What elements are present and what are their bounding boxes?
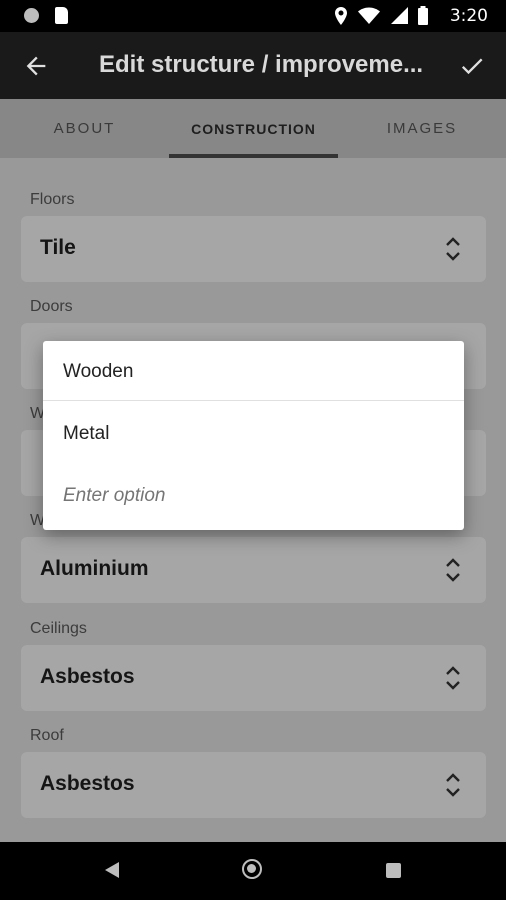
sd-card-icon xyxy=(55,7,68,24)
clock: 3:20 xyxy=(449,6,488,26)
tab-construction[interactable]: CONSTRUCTION xyxy=(169,99,338,158)
battery-icon xyxy=(418,6,428,25)
roof-select[interactable]: Asbestos xyxy=(21,752,486,818)
floors-label: Floors xyxy=(30,191,75,208)
ceilings-label: Ceilings xyxy=(30,620,87,637)
tab-images[interactable]: IMAGES xyxy=(338,99,506,158)
nav-recents-icon[interactable] xyxy=(386,863,401,878)
unfold-icon xyxy=(446,558,460,582)
floors-value: Tile xyxy=(40,236,76,259)
back-arrow-icon[interactable] xyxy=(22,52,50,80)
ceilings-select[interactable]: Asbestos xyxy=(21,645,486,711)
check-icon[interactable] xyxy=(458,52,486,80)
nav-back-icon[interactable] xyxy=(104,861,120,879)
location-icon xyxy=(334,6,347,25)
divider xyxy=(43,400,464,401)
option-metal[interactable]: Metal xyxy=(63,423,109,445)
unfold-icon xyxy=(446,237,460,261)
options-dropdown: Wooden Metal xyxy=(43,341,464,530)
app-bar: Edit structure / improveme... xyxy=(0,32,506,99)
windows-value: Aluminium xyxy=(40,557,149,580)
nav-home-icon[interactable] xyxy=(242,859,262,879)
wifi-icon xyxy=(358,7,381,24)
ceilings-value: Asbestos xyxy=(40,665,135,688)
enter-option-input[interactable] xyxy=(63,485,443,507)
status-bar: 3:20 xyxy=(0,0,506,32)
unfold-icon xyxy=(446,773,460,797)
page-title: Edit structure / improveme... xyxy=(99,51,424,78)
system-nav-bar xyxy=(0,842,506,900)
roof-value: Asbestos xyxy=(40,772,135,795)
floors-select[interactable]: Tile xyxy=(21,216,486,282)
windows-select[interactable]: Aluminium xyxy=(21,537,486,603)
option-wooden[interactable]: Wooden xyxy=(63,361,133,383)
unfold-icon xyxy=(446,666,460,690)
roof-label: Roof xyxy=(30,727,64,744)
notification-dot-icon xyxy=(24,8,39,23)
doors-label: Doors xyxy=(30,298,73,315)
tab-bar: ABOUT CONSTRUCTION IMAGES xyxy=(0,99,506,158)
tab-about[interactable]: ABOUT xyxy=(0,99,169,158)
signal-icon xyxy=(390,7,408,24)
status-icons xyxy=(328,6,428,25)
